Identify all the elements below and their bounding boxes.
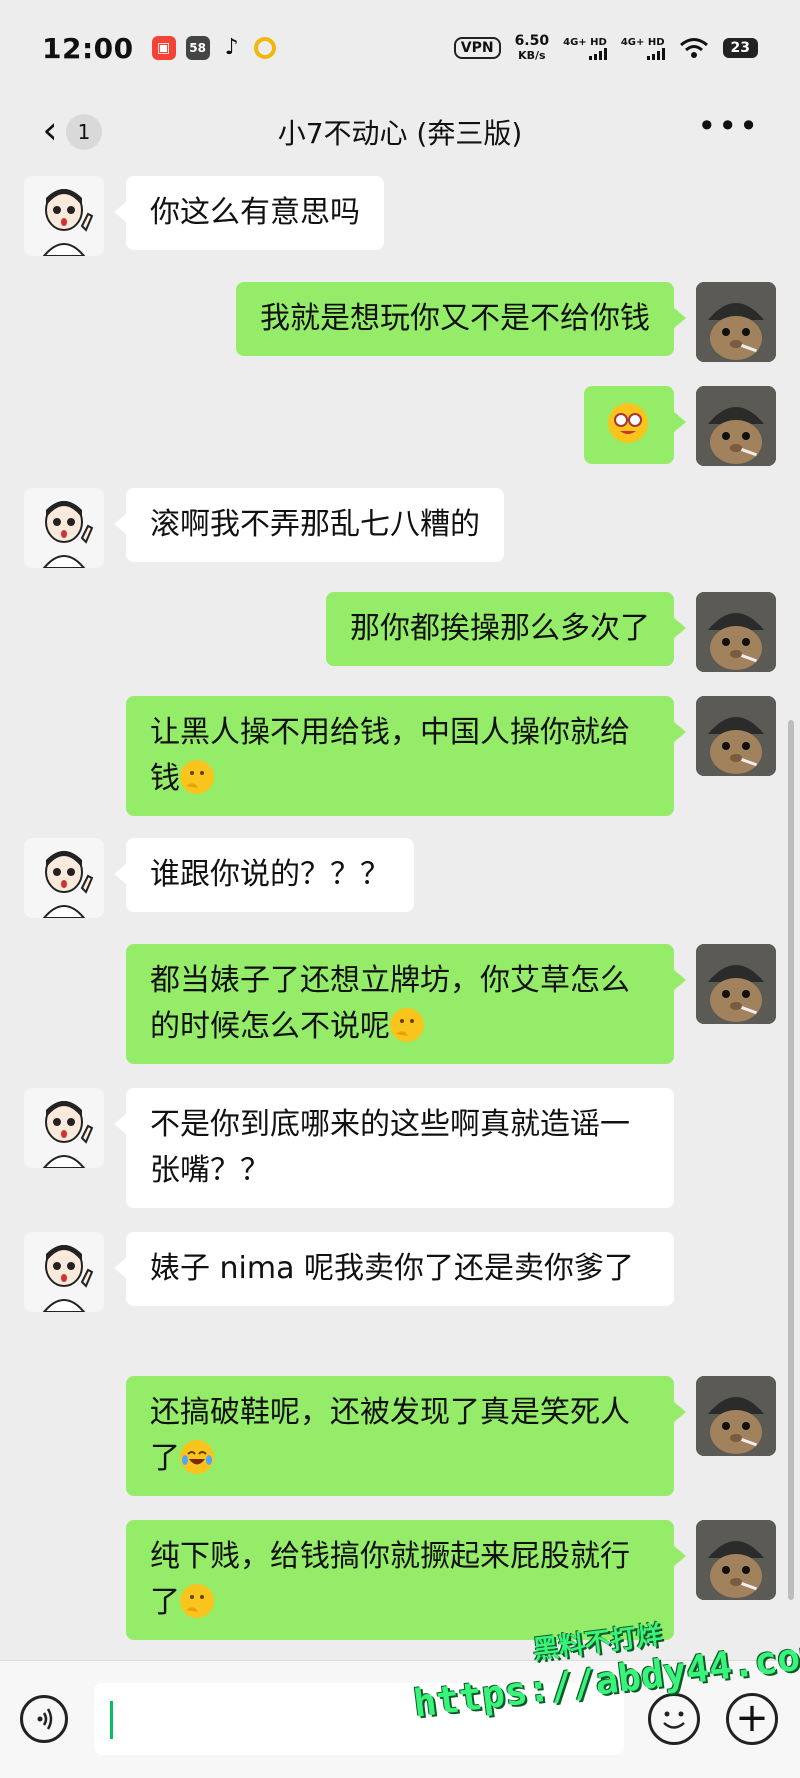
emoji-button[interactable] <box>648 1693 700 1745</box>
nerd-face-emoji <box>608 403 648 443</box>
message-text: 我就是想玩你又不是不给你钱 <box>260 301 650 336</box>
received-message[interactable]: 滚啊我不弄那乱七八糟的 <box>114 488 504 562</box>
message-list[interactable]: 你这么有意思吗 我就是想玩你又不是不给你钱 滚啊我不弄那乱七八糟的 那你都挨操那… <box>0 170 800 1640</box>
text-caret <box>110 1701 113 1739</box>
chat-title: 小7不动心 (奔三版) <box>277 117 523 150</box>
wifi-icon <box>679 38 708 58</box>
vpn-badge: VPN <box>453 37 501 59</box>
scrollbar[interactable] <box>788 720 794 1600</box>
notification-icons: ▣ 58 ♪ <box>151 35 276 60</box>
status-right: VPN 6.50 KB/s 4G+ HD 4G+ HD 23 <box>453 34 758 63</box>
message-text: 谁跟你说的？？？ <box>150 857 390 892</box>
status-bar: 12:00 ▣ 58 ♪ VPN 6.50 KB/s 4G+ HD 4G+ HD <box>0 0 800 96</box>
chat-header: ‹ 1 小7不动心 (奔三版) ••• <box>0 96 800 164</box>
received-message[interactable]: 不是你到底哪来的这些啊真就造谣一张嘴？？ <box>114 1088 674 1208</box>
signal-bars-icon <box>646 47 665 60</box>
contact-avatar[interactable] <box>24 838 104 918</box>
message-text: 不是你到底哪来的这些啊真就造谣一张嘴？？ <box>150 1107 630 1188</box>
contact-avatar[interactable] <box>24 176 104 256</box>
received-message[interactable]: 你这么有意思吗 <box>114 176 384 250</box>
message-text: 还搞破鞋呢，还被发现了真是笑死人了 <box>150 1395 630 1476</box>
my-avatar[interactable] <box>696 1520 776 1600</box>
network-speed: 6.50 KB/s <box>515 34 550 63</box>
message-text: 让黑人操不用给钱，中国人操你就给钱 <box>150 715 630 796</box>
tears-of-joy-emoji <box>180 1440 214 1474</box>
voice-icon <box>37 1708 53 1730</box>
contact-avatar[interactable] <box>24 1088 104 1168</box>
signal-1: 4G+ HD <box>563 37 607 60</box>
my-avatar[interactable] <box>696 944 776 1024</box>
tiktok-icon: ♪ <box>224 35 239 60</box>
status-time: 12:00 <box>42 31 134 65</box>
more-options-button[interactable]: ••• <box>697 110 760 142</box>
speed-unit: KB/s <box>518 48 546 62</box>
battery-icon: 23 <box>722 38 758 58</box>
my-avatar[interactable] <box>696 592 776 672</box>
received-message[interactable]: 谁跟你说的？？？ <box>114 838 414 912</box>
message-text: 那你都挨操那么多次了 <box>350 611 650 646</box>
more-functions-button[interactable]: + <box>726 1693 778 1745</box>
voice-input-button[interactable] <box>20 1695 68 1743</box>
received-message[interactable]: 婊子 nima 呢我卖你了还是卖你爹了 <box>114 1232 674 1306</box>
thinking-face-emoji <box>180 760 214 794</box>
message-text: 纯下贱，给钱搞你就撅起来屁股就行了 <box>150 1539 630 1620</box>
message-text: 滚啊我不弄那乱七八糟的 <box>150 507 480 542</box>
message-text: 你这么有意思吗 <box>150 195 360 230</box>
sent-message[interactable]: 我就是想玩你又不是不给你钱 <box>236 282 686 356</box>
sent-message[interactable]: 都当婊子了还想立牌坊，你艾草怎么的时候怎么不说呢 <box>126 944 686 1064</box>
plus-icon: + <box>735 1695 769 1741</box>
sent-message[interactable] <box>584 386 686 464</box>
58-app-icon: 58 <box>185 36 210 60</box>
thinking-face-emoji <box>180 1584 214 1618</box>
signal-2-label: 4G+ HD <box>620 36 665 48</box>
signal-bars-icon <box>588 47 607 60</box>
sent-message[interactable]: 那你都挨操那么多次了 <box>326 592 686 666</box>
smiley-icon <box>663 1711 685 1729</box>
message-text: 婊子 nima 呢我卖你了还是卖你爹了 <box>150 1251 635 1286</box>
my-avatar[interactable] <box>696 696 776 776</box>
contact-avatar[interactable] <box>24 1232 104 1312</box>
signal-1-label: 4G+ HD <box>563 36 607 48</box>
my-avatar[interactable] <box>696 386 776 466</box>
thinking-face-emoji <box>390 1008 424 1042</box>
gold-ring-icon <box>253 37 276 59</box>
signal-2: 4G+ HD <box>621 37 665 60</box>
sent-message[interactable]: 让黑人操不用给钱，中国人操你就给钱 <box>126 696 686 816</box>
sent-message[interactable]: 还搞破鞋呢，还被发现了真是笑死人了 <box>126 1376 686 1496</box>
contact-avatar[interactable] <box>24 488 104 568</box>
chat-screen: 12:00 ▣ 58 ♪ VPN 6.50 KB/s 4G+ HD 4G+ HD <box>0 0 800 1778</box>
my-avatar[interactable] <box>696 1376 776 1456</box>
speed-value: 6.50 <box>514 32 550 49</box>
my-avatar[interactable] <box>696 282 776 362</box>
app-red-icon: ▣ <box>151 36 176 60</box>
